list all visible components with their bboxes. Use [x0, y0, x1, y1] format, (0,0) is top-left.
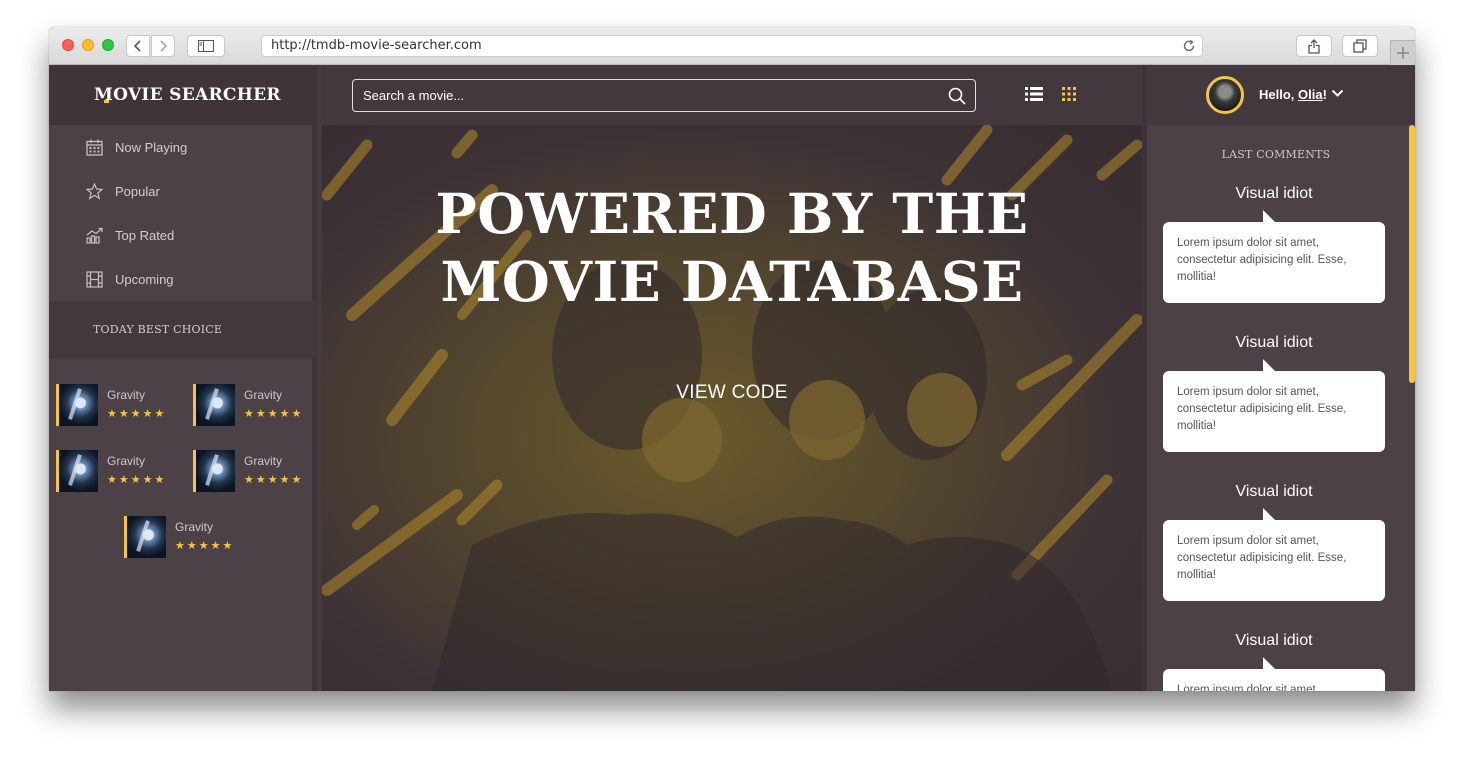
- movie-poster: [124, 516, 166, 558]
- movie-title: Gravity: [244, 388, 283, 402]
- hero-title: POWERED BY THE MOVIE DATABASE: [435, 181, 1029, 314]
- share-icon: [1308, 38, 1320, 54]
- greeting-suffix: !: [1322, 87, 1327, 102]
- speech-tail: [1263, 508, 1275, 520]
- new-tab-button[interactable]: [1390, 40, 1415, 65]
- browser-window: http://tmdb-movie-searcher.com MOVIE SEA…: [49, 27, 1415, 691]
- best-choice-item[interactable]: Gravity ★★★★★: [193, 450, 323, 492]
- comments-scrollbar[interactable]: [1409, 125, 1415, 383]
- list-view-icon[interactable]: [1025, 87, 1043, 101]
- best-choice-item[interactable]: Gravity ★★★★★: [193, 384, 323, 426]
- comment-author[interactable]: Visual idiot: [1163, 632, 1385, 650]
- speech-tail: [1263, 210, 1275, 222]
- grid-view-icon[interactable]: [1062, 87, 1076, 101]
- star-icon: [86, 182, 103, 200]
- app-logo[interactable]: MOVIE SEARCHER: [94, 85, 281, 105]
- right-sidebar: Hello, Olia! LAST COMMENTS Visual idiot …: [1142, 65, 1415, 691]
- movie-poster: [56, 450, 98, 492]
- speech-tail: [1263, 657, 1275, 669]
- tabs-icon: [1353, 39, 1367, 53]
- minimize-window-button[interactable]: [82, 39, 94, 51]
- last-comments-heading: LAST COMMENTS: [1221, 148, 1331, 161]
- chevron-down-icon[interactable]: [1331, 89, 1344, 98]
- sidebar-item-popular[interactable]: Popular: [86, 169, 160, 213]
- close-window-button[interactable]: [62, 39, 74, 51]
- movie-poster: [193, 450, 235, 492]
- movie-poster: [193, 384, 235, 426]
- movie-title: Gravity: [244, 454, 283, 468]
- show-tabs-button[interactable]: [1342, 35, 1378, 57]
- user-name-link[interactable]: Olia: [1298, 87, 1323, 102]
- sidebar-item-now-playing[interactable]: Now Playing: [86, 125, 187, 169]
- rating-stars: ★★★★★: [107, 474, 167, 486]
- comment-text: Lorem ipsum dolor sit amet, consectetur …: [1163, 371, 1385, 452]
- speech-tail: [1263, 359, 1275, 371]
- rating-stars: ★★★★★: [244, 408, 304, 420]
- sidebar-item-label: Top Rated: [115, 227, 175, 243]
- movie-title: Gravity: [107, 454, 146, 468]
- search-box: [352, 79, 976, 112]
- chart-icon: [86, 227, 103, 244]
- comment-author[interactable]: Visual idiot: [1163, 483, 1385, 501]
- share-button[interactable]: [1296, 35, 1332, 57]
- comment-text: Lorem ipsum dolor sit amet, consectetur …: [1163, 520, 1385, 601]
- chevron-right-icon: [160, 40, 168, 52]
- browser-toolbar: http://tmdb-movie-searcher.com: [49, 27, 1415, 65]
- avatar[interactable]: [1206, 76, 1244, 114]
- address-bar[interactable]: http://tmdb-movie-searcher.com: [261, 35, 1203, 57]
- best-choice-heading: TODAY BEST CHOICE: [49, 301, 317, 359]
- hero-banner: POWERED BY THE MOVIE DATABASE VIEW CODE: [322, 125, 1142, 691]
- forward-button[interactable]: [151, 35, 175, 57]
- sidebar-item-label: Now Playing: [115, 139, 188, 155]
- sidebar-item-upcoming[interactable]: Upcoming: [86, 257, 174, 301]
- reload-icon[interactable]: [1182, 39, 1196, 53]
- plus-icon: [1397, 47, 1409, 59]
- sidebar-item-label: Upcoming: [115, 271, 174, 287]
- rating-stars: ★★★★★: [107, 408, 167, 420]
- app-page: MOVIE SEARCHER Now Playing Popular Top R…: [49, 65, 1415, 691]
- comment-author[interactable]: Visual idiot: [1163, 334, 1385, 352]
- movie-poster: [56, 384, 98, 426]
- back-button[interactable]: [126, 35, 150, 57]
- top-bar: [322, 65, 1142, 125]
- left-sidebar: MOVIE SEARCHER Now Playing Popular Top R…: [49, 65, 317, 691]
- sidebar-icon: [198, 40, 214, 52]
- logo-bar: MOVIE SEARCHER: [49, 65, 317, 125]
- movie-title: Gravity: [175, 520, 214, 534]
- best-choice-item[interactable]: Gravity ★★★★★: [56, 384, 186, 426]
- best-choice-item[interactable]: Gravity ★★★★★: [56, 450, 186, 492]
- sidebar-item-top-rated[interactable]: Top Rated: [86, 213, 174, 257]
- best-choice-item[interactable]: Gravity ★★★★★: [124, 516, 254, 558]
- rating-stars: ★★★★★: [244, 474, 304, 486]
- comment-text: Lorem ipsum dolor sit amet, consectetur …: [1163, 669, 1385, 691]
- user-bar: Hello, Olia!: [1147, 65, 1415, 125]
- rating-stars: ★★★★★: [175, 540, 235, 552]
- comment-text: Lorem ipsum dolor sit amet, consectetur …: [1163, 222, 1385, 303]
- film-icon: [86, 270, 103, 288]
- url-text: http://tmdb-movie-searcher.com: [271, 38, 482, 53]
- search-icon[interactable]: [948, 87, 966, 105]
- logo-accent: [104, 100, 109, 103]
- chevron-left-icon: [133, 40, 141, 52]
- comment-author[interactable]: Visual idiot: [1163, 185, 1385, 203]
- search-input[interactable]: [353, 80, 933, 111]
- zoom-window-button[interactable]: [102, 39, 114, 51]
- movie-title: Gravity: [107, 388, 146, 402]
- user-greeting[interactable]: Hello, Olia!: [1259, 87, 1327, 102]
- greeting-text: Hello,: [1259, 87, 1299, 102]
- calendar-icon: [86, 139, 103, 156]
- view-code-button[interactable]: VIEW CODE: [657, 375, 807, 411]
- sidebar-toggle-button[interactable]: [187, 35, 225, 57]
- sidebar-item-label: Popular: [115, 183, 160, 199]
